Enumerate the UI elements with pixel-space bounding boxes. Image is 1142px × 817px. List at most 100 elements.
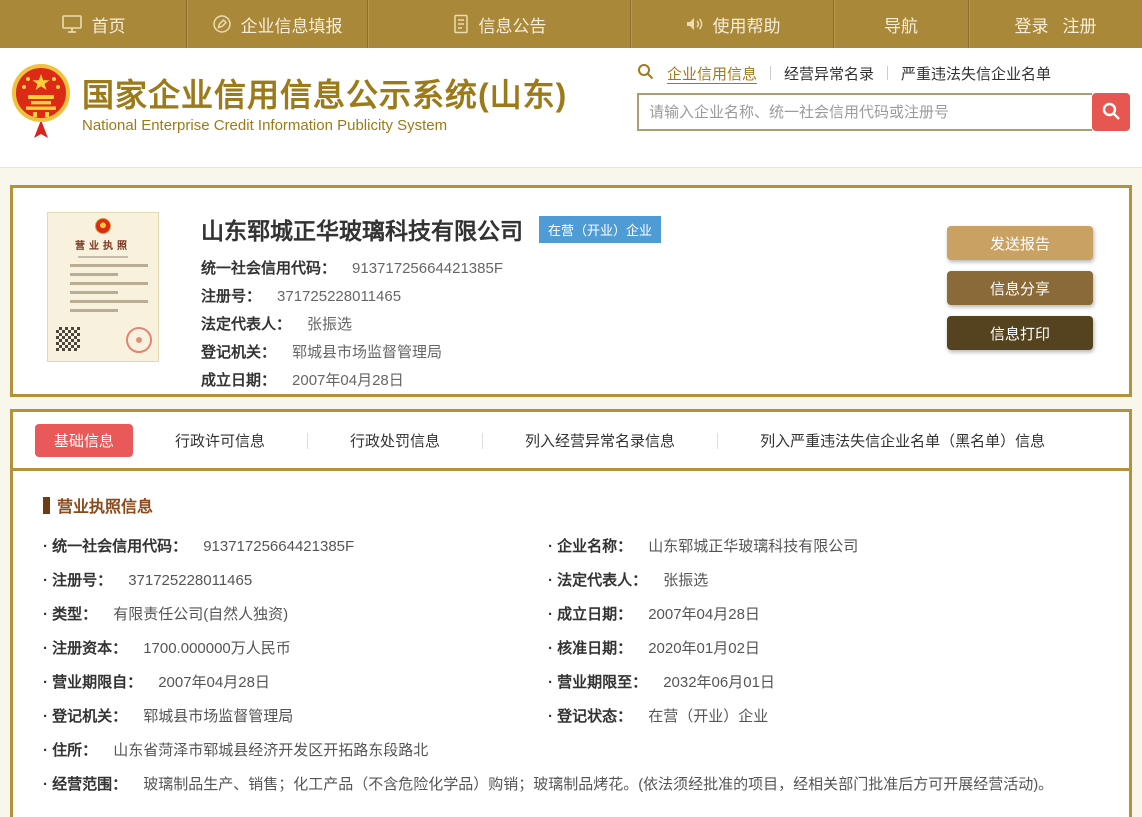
detail-row: 核准日期： 2020年01月02日: [548, 639, 1099, 659]
field-label: 成立日期：: [201, 372, 277, 389]
field-label: 法定代表人：: [201, 316, 292, 333]
detail-label: 登记状态：: [548, 707, 632, 727]
search-panel: 企业信用信息 经营异常名录 严重违法失信企业名单: [637, 62, 1132, 131]
detail-row: 注册号： 371725228011465: [43, 571, 528, 591]
detail-value: 1700.000000万人民币: [143, 640, 291, 657]
detail-value: 山东郓城正华玻璃科技有限公司: [648, 538, 859, 555]
license-line: [70, 264, 148, 267]
detail-label: 住所：: [43, 741, 97, 761]
field-value: 张振选: [307, 316, 353, 333]
company-name-row: 山东郓城正华玻璃科技有限公司 在营（开业）企业: [201, 212, 947, 246]
tab-separator: [770, 66, 772, 80]
detail-row: 营业期限自： 2007年04月28日: [43, 673, 528, 693]
detail-row: 法定代表人： 张振选: [548, 571, 1099, 591]
detail-value: 有限责任公司(自然人独资): [113, 606, 289, 623]
nav-label: 使用帮助: [712, 16, 781, 36]
speaker-icon: [684, 14, 704, 34]
nav-item-help[interactable]: 使用帮助: [630, 0, 833, 48]
company-detail-card: 基础信息 行政许可信息 行政处罚信息 列入经营异常名录信息 列入严重违法失信企业…: [10, 409, 1132, 817]
detail-value: 2007年04月28日: [158, 674, 270, 691]
detail-value: 在营（开业）企业: [648, 708, 769, 725]
search-tab-illegal-list[interactable]: 严重违法失信企业名单: [901, 63, 1051, 84]
business-license-thumbnail[interactable]: 营业执照: [33, 212, 173, 377]
print-info-button[interactable]: 信息打印: [947, 316, 1093, 350]
detail-tabbar: 基础信息 行政许可信息 行政处罚信息 列入经营异常名录信息 列入严重违法失信企业…: [13, 412, 1129, 468]
field-row: 登记机关： 郓城县市场监督管理局: [201, 343, 947, 363]
license-line: [70, 282, 148, 285]
send-report-button[interactable]: 发送报告: [947, 226, 1093, 260]
license-line: [70, 309, 118, 312]
pen-icon: [212, 14, 232, 34]
home-monitor-icon: [61, 14, 83, 34]
search-tab-credit-info[interactable]: 企业信用信息: [667, 63, 757, 84]
field-value: 91371725664421385F: [352, 260, 503, 277]
search-scope-tabs: 企业信用信息 经营异常名录 严重违法失信企业名单: [637, 62, 1132, 84]
nav-auth-cell: 登录 注册: [968, 0, 1142, 48]
site-logo[interactable]: 国家企业信用信息公示系统(山东) National Enterprise Cre…: [10, 62, 567, 149]
site-header: 国家企业信用信息公示系统(山东) National Enterprise Cre…: [0, 48, 1142, 168]
detail-row: 登记机关： 郓城县市场监督管理局: [43, 707, 528, 727]
search-input[interactable]: [637, 93, 1092, 131]
nav-item-enterprise-filing[interactable]: 企业信息填报: [186, 0, 367, 48]
tab-abnormal-operations-list[interactable]: 列入经营异常名录信息: [525, 424, 675, 457]
tab-divider: [717, 432, 719, 449]
tab-basic-info[interactable]: 基础信息: [35, 424, 134, 457]
company-info-column: 山东郓城正华玻璃科技有限公司 在营（开业）企业 统一社会信用代码： 913717…: [201, 212, 947, 394]
detail-value: 张振选: [663, 572, 709, 589]
field-row: 法定代表人： 张振选: [201, 315, 947, 335]
license-title: 营业执照: [75, 241, 131, 252]
detail-label: 统一社会信用代码：: [43, 537, 187, 557]
announcement-icon: [452, 14, 470, 34]
search-submit-button[interactable]: [1092, 93, 1130, 131]
tab-separator: [887, 66, 889, 80]
field-row: 统一社会信用代码： 91371725664421385F: [201, 259, 947, 279]
detail-value: 2032年06月01日: [663, 674, 775, 691]
field-label: 登记机关：: [201, 344, 277, 361]
tab-administrative-penalty[interactable]: 行政处罚信息: [350, 424, 440, 457]
detail-value: 371725228011465: [128, 572, 253, 589]
nav-label: 信息公告: [478, 16, 547, 36]
detail-value: 2007年04月28日: [648, 606, 760, 623]
search-icon: [1101, 101, 1121, 124]
detail-label: 经营范围：: [43, 775, 127, 795]
tab-blacklist[interactable]: 列入严重违法失信企业名单（黑名单）信息: [760, 424, 1045, 457]
detail-value: 山东省菏泽市郓城县经济开发区开拓路东段路北: [113, 742, 429, 759]
nav-label: 导航: [884, 16, 918, 36]
top-navigation: 首页 企业信息填报 信息公告 使用帮助 导航 登录 注册: [0, 0, 1142, 48]
site-title: 国家企业信用信息公示系统(山东): [82, 77, 568, 114]
search-tab-abnormal-list[interactable]: 经营异常名录: [784, 63, 874, 84]
register-link[interactable]: 注册: [1063, 12, 1097, 37]
license-emblem-icon: [95, 218, 111, 234]
detail-row: 企业名称： 山东郓城正华玻璃科技有限公司: [548, 537, 1099, 557]
detail-row: 注册资本： 1700.000000万人民币: [43, 639, 528, 659]
detail-grid: 统一社会信用代码： 91371725664421385F 企业名称： 山东郓城正…: [43, 537, 1099, 741]
license-line: [70, 291, 118, 294]
detail-label: 注册资本：: [43, 639, 127, 659]
detail-label: 营业期限自：: [43, 673, 142, 693]
detail-label: 类型：: [43, 605, 97, 625]
license-red-seal: [126, 327, 152, 353]
business-license-info-section: 营业执照信息 统一社会信用代码： 91371725664421385F 企业名称…: [13, 471, 1129, 795]
detail-label: 营业期限至：: [548, 673, 647, 693]
detail-value: 玻璃制品生产、销售；化工产品（不含危险化学品）购销；玻璃制品烤花。(依法须经批准…: [143, 776, 1054, 793]
search-icon: [637, 63, 654, 84]
field-label: 注册号：: [201, 288, 262, 305]
site-title-block: 国家企业信用信息公示系统(山东) National Enterprise Cre…: [82, 77, 567, 134]
field-label: 统一社会信用代码：: [201, 260, 337, 277]
company-key-fields: 统一社会信用代码： 91371725664421385F 注册号： 371725…: [201, 259, 947, 391]
nav-item-navigation[interactable]: 导航: [833, 0, 968, 48]
license-line: [78, 256, 128, 258]
detail-row: 登记状态： 在营（开业）企业: [548, 707, 1099, 727]
field-value: 371725228011465: [277, 288, 402, 305]
nav-item-announcements[interactable]: 信息公告: [367, 0, 630, 48]
detail-row-address: 住所： 山东省菏泽市郓城县经济开发区开拓路东段路北: [43, 741, 1099, 761]
site-subtitle: National Enterprise Credit Information P…: [82, 116, 448, 134]
detail-row: 营业期限至： 2032年06月01日: [548, 673, 1099, 693]
detail-label: 成立日期：: [548, 605, 632, 625]
login-link[interactable]: 登录: [1015, 12, 1049, 37]
detail-row: 成立日期： 2007年04月28日: [548, 605, 1099, 625]
nav-item-home[interactable]: 首页: [0, 0, 186, 48]
status-badge: 在营（开业）企业: [539, 215, 662, 243]
share-info-button[interactable]: 信息分享: [947, 271, 1093, 305]
tab-administrative-license[interactable]: 行政许可信息: [175, 424, 265, 457]
